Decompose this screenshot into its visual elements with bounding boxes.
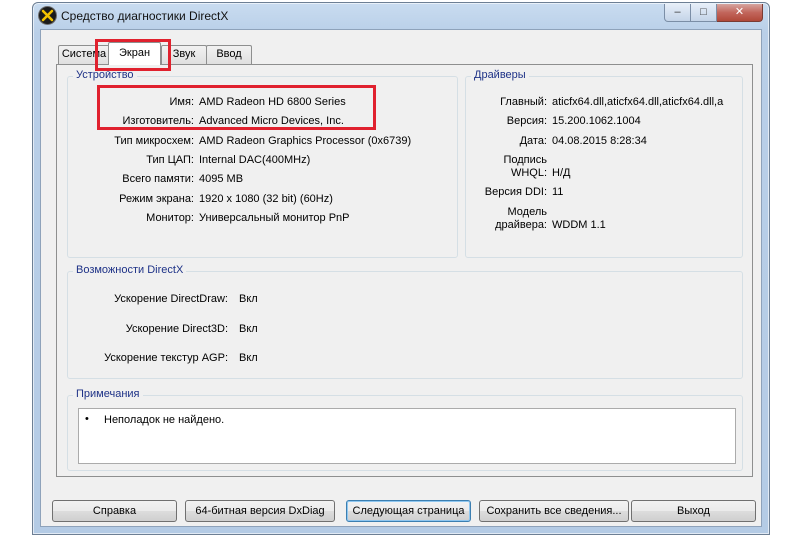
driver-whql-label-line2: WHQL: xyxy=(510,167,547,179)
driver-row-model-2: драйвера: WDDM 1.1 xyxy=(466,218,742,232)
driver-whql-value: Н/Д xyxy=(552,167,571,179)
driver-row-whql-2: WHQL: Н/Д xyxy=(466,166,742,180)
driver-ddi-label: Версия DDI: xyxy=(484,186,547,198)
device-row-display-mode: Режим экрана: 1920 x 1080 (32 bit) (60Hz… xyxy=(68,192,457,206)
device-manufacturer-label: Изготовитель: xyxy=(122,115,195,127)
feature-directdraw-label: Ускорение DirectDraw: xyxy=(114,293,228,305)
help-button-label: Справка xyxy=(92,505,137,517)
device-chip-type-value: AMD Radeon Graphics Processor (0x6739) xyxy=(199,135,412,147)
minimize-icon: ‒ xyxy=(674,6,681,18)
tab-input[interactable]: Ввод xyxy=(206,45,252,64)
drivers-content: Главный: aticfx64.dll,aticfx64.dll,aticf… xyxy=(466,77,742,257)
device-row-name: Имя: AMD Radeon HD 6800 Series xyxy=(68,95,457,109)
maximize-button[interactable]: □ xyxy=(691,4,717,22)
device-row-dac-type: Тип ЦАП: Internal DAC(400MHz) xyxy=(68,153,457,167)
dxdiag-64bit-label: 64-битная версия DxDiag xyxy=(195,505,325,517)
device-group: Устройство Имя: AMD Radeon HD 6800 Serie… xyxy=(67,69,458,258)
window-title: Средство диагностики DirectX xyxy=(61,9,229,23)
driver-ddi-value: 11 xyxy=(552,186,564,198)
title-bar[interactable]: Средство диагностики DirectX ‒ □ ✕ xyxy=(33,3,769,29)
device-row-memory: Всего памяти: 4095 MB xyxy=(68,172,457,186)
feature-agp-value: Вкл xyxy=(239,352,258,364)
driver-model-value: WDDM 1.1 xyxy=(552,219,606,231)
device-row-chip-type: Тип микросхем: AMD Radeon Graphics Proce… xyxy=(68,134,457,148)
tab-sound[interactable]: Звук xyxy=(161,45,207,64)
drivers-group: Драйверы Главный: aticfx64.dll,aticfx64.… xyxy=(465,69,743,258)
notes-title: Примечания xyxy=(73,388,143,400)
directx-icon xyxy=(39,7,56,24)
device-dac-type-label: Тип ЦАП: xyxy=(146,154,194,166)
driver-row-main: Главный: aticfx64.dll,aticfx64.dll,aticf… xyxy=(466,95,742,109)
driver-main-value: aticfx64.dll,aticfx64.dll,aticfx64.dll,a xyxy=(552,96,724,108)
exit-button-label: Выход xyxy=(677,505,710,517)
device-monitor-value: Универсальный монитор PnP xyxy=(199,212,350,224)
driver-version-value: 15.200.1062.1004 xyxy=(552,115,641,127)
display-tab-panel: Устройство Имя: AMD Radeon HD 6800 Serie… xyxy=(56,64,753,477)
help-button[interactable]: Справка xyxy=(52,500,177,522)
tab-label: Звук xyxy=(172,48,196,60)
minimize-button[interactable]: ‒ xyxy=(664,4,691,22)
driver-model-label-line1: Модель xyxy=(507,206,547,218)
device-name-label: Имя: xyxy=(169,96,194,108)
device-row-monitor: Монитор: Универсальный монитор PnP xyxy=(68,211,457,225)
device-monitor-label: Монитор: xyxy=(146,212,194,224)
device-group-title: Устройство xyxy=(73,69,137,81)
notes-textbox[interactable]: • Неполадок не найдено. xyxy=(78,408,736,464)
device-memory-label: Всего памяти: xyxy=(122,173,194,185)
driver-row-date: Дата: 04.08.2015 8:28:34 xyxy=(466,134,742,148)
tab-label: Система xyxy=(61,48,107,60)
exit-button[interactable]: Выход xyxy=(631,500,756,522)
device-chip-type-label: Тип микросхем: xyxy=(114,135,194,147)
feature-direct3d-label: Ускорение Direct3D: xyxy=(125,323,228,335)
tab-label: Ввод xyxy=(216,48,242,60)
device-row-manufacturer: Изготовитель: Advanced Micro Devices, In… xyxy=(68,114,457,128)
dxdiag-64bit-button[interactable]: 64-битная версия DxDiag xyxy=(185,500,335,522)
feature-row-agp: Ускорение текстур AGP: Вкл xyxy=(68,351,742,365)
directx-features-group: Возможности DirectX Ускорение DirectDraw… xyxy=(67,264,743,379)
driver-main-label: Главный: xyxy=(500,96,547,108)
driver-row-whql-1: Подпись xyxy=(466,153,742,167)
bullet-icon: • xyxy=(85,413,89,425)
device-display-mode-value: 1920 x 1080 (32 bit) (60Hz) xyxy=(199,193,333,205)
save-all-button[interactable]: Сохранить все сведения... xyxy=(479,500,629,522)
device-name-value: AMD Radeon HD 6800 Series xyxy=(199,96,346,108)
driver-model-label-line2: драйвера: xyxy=(495,219,547,231)
maximize-icon: □ xyxy=(700,6,707,18)
feature-direct3d-value: Вкл xyxy=(239,323,258,335)
tab-label: Экран xyxy=(118,47,151,59)
driver-date-value: 04.08.2015 8:28:34 xyxy=(552,135,647,147)
driver-date-label: Дата: xyxy=(519,135,547,147)
device-memory-value: 4095 MB xyxy=(199,173,244,185)
next-page-button[interactable]: Следующая страница xyxy=(346,500,471,522)
driver-whql-label-line1: Подпись xyxy=(503,154,547,166)
directx-features-title: Возможности DirectX xyxy=(73,264,187,276)
close-icon: ✕ xyxy=(734,6,745,18)
driver-row-model-1: Модель xyxy=(466,205,742,219)
feature-directdraw-value: Вкл xyxy=(239,293,258,305)
note-item: Неполадок не найдено. xyxy=(104,414,225,426)
tab-system[interactable]: Система xyxy=(58,45,110,64)
next-page-label: Следующая страница xyxy=(352,505,465,517)
tab-display[interactable]: Экран xyxy=(108,42,161,65)
device-manufacturer-value: Advanced Micro Devices, Inc. xyxy=(199,115,344,127)
driver-row-version: Версия: 15.200.1062.1004 xyxy=(466,114,742,128)
close-button[interactable]: ✕ xyxy=(717,4,763,22)
save-all-label: Сохранить все сведения... xyxy=(486,505,622,517)
device-dac-type-value: Internal DAC(400MHz) xyxy=(199,154,311,166)
feature-row-direct3d: Ускорение Direct3D: Вкл xyxy=(68,322,742,336)
device-display-mode-label: Режим экрана: xyxy=(119,193,194,205)
notes-group: Примечания • Неполадок не найдено. xyxy=(67,388,743,471)
dialog-client-area: Система Экран Звук Ввод Устройство Имя: … xyxy=(40,29,762,527)
feature-row-directdraw: Ускорение DirectDraw: Вкл xyxy=(68,292,742,306)
feature-agp-label: Ускорение текстур AGP: xyxy=(104,352,228,364)
dxdiag-window: Средство диагностики DirectX ‒ □ ✕ Систе… xyxy=(32,2,770,535)
driver-row-ddi: Версия DDI: 11 xyxy=(466,185,742,199)
driver-version-label: Версия: xyxy=(506,115,547,127)
